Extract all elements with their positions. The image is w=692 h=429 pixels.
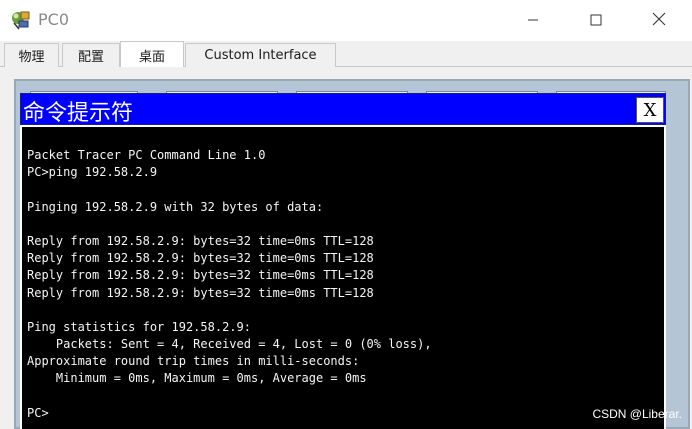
terminal-line: Ping statistics for 192.58.2.9: bbox=[27, 319, 251, 334]
minimize-button[interactable] bbox=[510, 0, 556, 41]
maximize-icon bbox=[590, 11, 602, 30]
terminal-line: PC> bbox=[27, 405, 49, 420]
watermark: CSDN @Liberar. bbox=[592, 407, 682, 421]
tab-physical[interactable]: 物理 bbox=[4, 43, 59, 67]
command-prompt-title: 命令提示符 bbox=[23, 101, 134, 126]
packet-tracer-pc-icon bbox=[10, 9, 32, 31]
tab-bar: 物理 配置 桌面 Custom Interface bbox=[0, 41, 692, 68]
terminal-line: PC>ping 192.58.2.9 bbox=[27, 165, 158, 180]
terminal-line: Reply from 192.58.2.9: bytes=32 time=0ms… bbox=[27, 268, 374, 283]
minimize-icon bbox=[527, 11, 539, 30]
tab-label: 桌面 bbox=[138, 49, 165, 65]
terminal-line: Reply from 192.58.2.9: bytes=32 time=0ms… bbox=[27, 251, 374, 266]
terminal-line: Approximate round trip times in milli-se… bbox=[27, 354, 360, 369]
tab-config[interactable]: 配置 bbox=[62, 43, 120, 67]
tab-desktop[interactable]: 桌面 bbox=[120, 41, 184, 68]
command-prompt-titlebar: 命令提示符 X bbox=[20, 93, 666, 126]
command-prompt-close-button[interactable]: X bbox=[636, 97, 664, 123]
terminal-line: Minimum = 0ms, Maximum = 0ms, Average = … bbox=[27, 371, 367, 386]
close-button[interactable] bbox=[636, 0, 682, 41]
window-titlebar: PC0 bbox=[0, 0, 692, 41]
terminal-line: Reply from 192.58.2.9: bytes=32 time=0ms… bbox=[27, 285, 374, 300]
tab-label: Custom Interface bbox=[204, 48, 317, 63]
close-icon bbox=[652, 11, 666, 30]
terminal-line: Pinging 192.58.2.9 with 32 bytes of data… bbox=[27, 199, 324, 214]
tab-label: 配置 bbox=[77, 50, 104, 65]
terminal-line: Reply from 192.58.2.9: bytes=32 time=0ms… bbox=[27, 233, 374, 248]
window-title: PC0 bbox=[38, 10, 69, 29]
terminal-line: Packets: Sent = 4, Received = 4, Lost = … bbox=[27, 337, 432, 352]
tab-label: 物理 bbox=[18, 50, 45, 65]
terminal-line: Packet Tracer PC Command Line 1.0 bbox=[27, 148, 266, 162]
command-prompt-window: 命令提示符 X Packet Tracer PC Command Line 1.… bbox=[20, 93, 666, 429]
tab-content: 命令提示符 X Packet Tracer PC Command Line 1.… bbox=[0, 67, 692, 429]
terminal-lines: Packet Tracer PC Command Line 1.0 PC>ping… bbox=[27, 147, 432, 422]
tab-custom-interface[interactable]: Custom Interface bbox=[185, 43, 336, 67]
maximize-button[interactable] bbox=[573, 0, 619, 41]
terminal-output[interactable]: Packet Tracer PC Command Line 1.0 PC>ping… bbox=[22, 127, 664, 429]
